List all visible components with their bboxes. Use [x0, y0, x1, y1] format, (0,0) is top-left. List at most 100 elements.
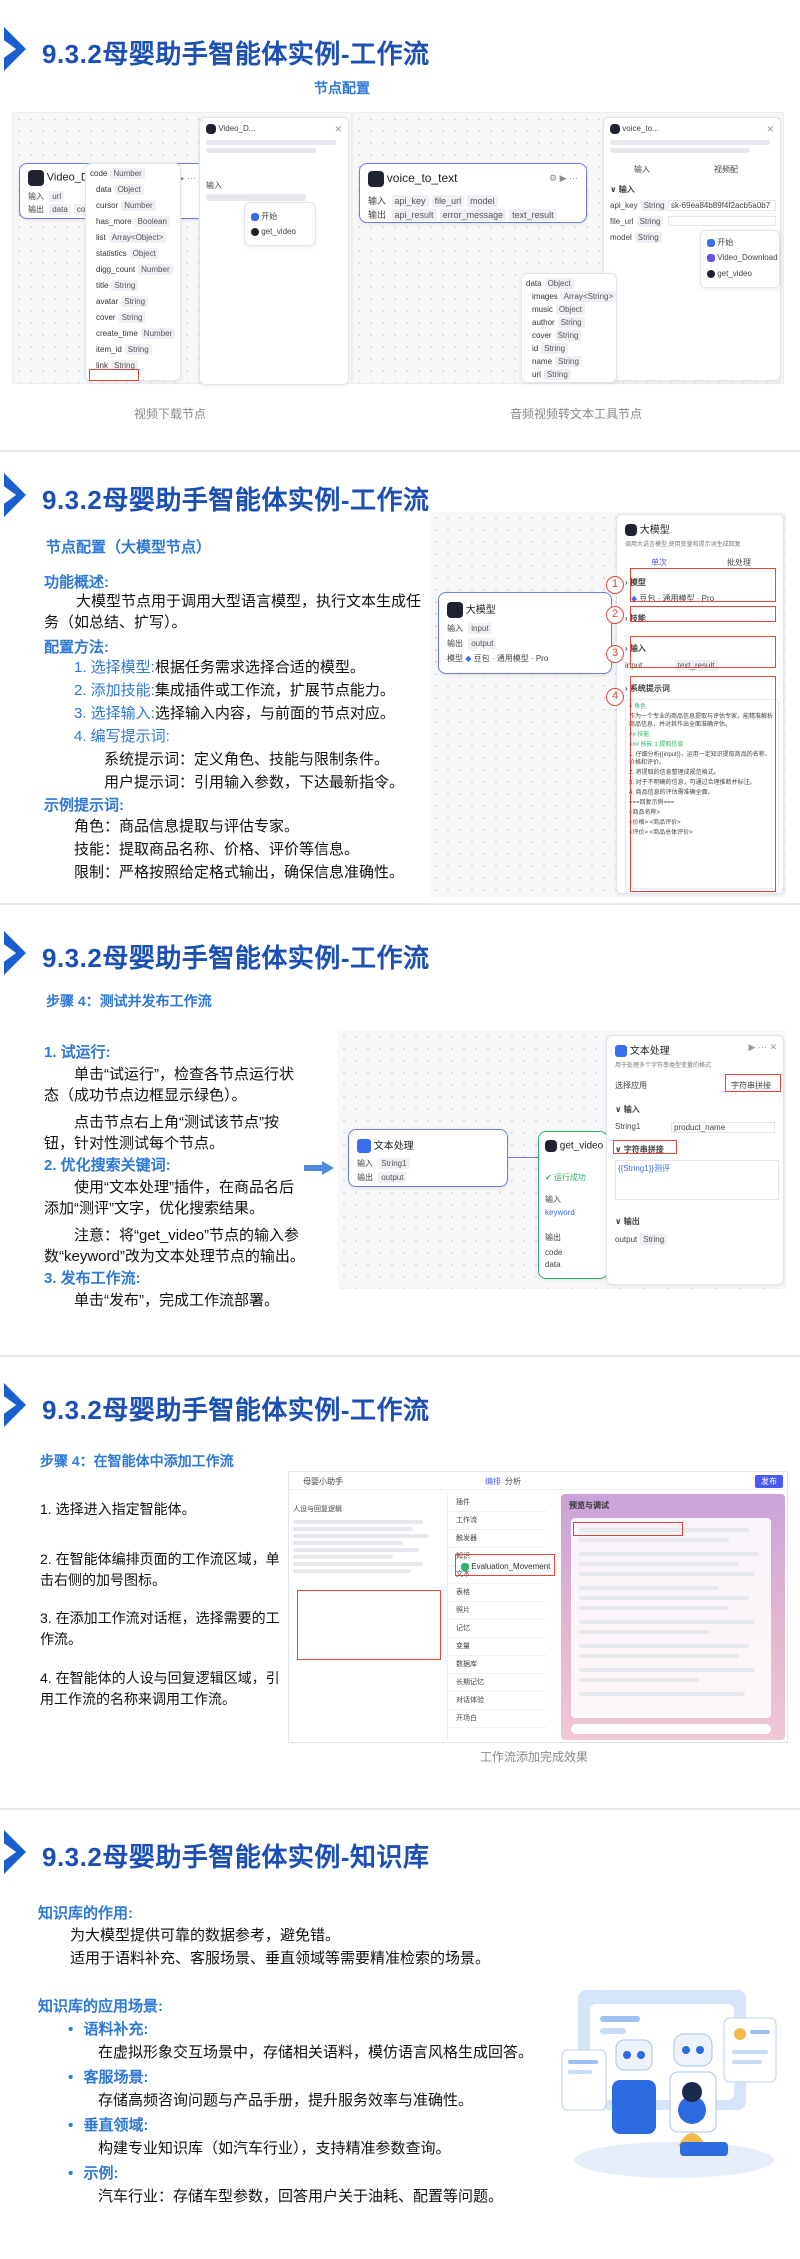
tree-row[interactable]: id String	[522, 343, 616, 356]
tree-field-type: String	[541, 343, 569, 354]
video-download-screenshot: Video_Download ⚙ ▶ ··· 输入 url 输出 datacod…	[12, 112, 352, 385]
publish-button[interactable]: 发布	[755, 1475, 783, 1488]
popup-item[interactable]: 开始	[261, 212, 277, 221]
skill-section-item[interactable]: 长期记忆	[448, 1674, 547, 1692]
highlight-workflow	[455, 1554, 555, 1576]
scene-desc: 汽车行业：存储车型参数，回答用户关于油耗、配置等问题。	[98, 2188, 504, 2205]
skill-section-item[interactable]: 插件	[448, 1494, 547, 1512]
file-url-field[interactable]	[668, 216, 776, 226]
tree-row[interactable]: code Number	[86, 168, 180, 184]
tree-row[interactable]: list Array<Object>	[86, 232, 180, 248]
slide-title: 9.3.2母婴助手智能体实例-工作流	[42, 485, 430, 515]
tree-field-name: data	[96, 185, 112, 194]
popup-item[interactable]: Video_Download	[717, 253, 777, 262]
tab-single[interactable]: 单次	[651, 557, 667, 568]
skill-section-item[interactable]: 表格	[448, 1584, 547, 1602]
tree-field-name: author	[532, 318, 555, 327]
llm-node[interactable]: 大模型 输入 input 输出 output 模型 ◆ 豆包 · 通用模型 · …	[438, 592, 612, 674]
panel-desc: 调用大语言模型,使用变量和提示词生成回复	[625, 542, 741, 548]
close-icon[interactable]: ▶ ··· ✕	[749, 1042, 777, 1053]
input-section: 输入	[623, 1105, 640, 1114]
skill-section-item[interactable]: 变量	[448, 1638, 547, 1656]
step-text: 4. 在智能体的人设与回复逻辑区域，引用工作流的名称来调用工作流。	[40, 1670, 280, 1707]
tree-row[interactable]: create_time Number	[86, 328, 180, 344]
persona-title: 人设与回复逻辑	[293, 1506, 342, 1513]
tree-row[interactable]: images Array<String>	[522, 291, 617, 304]
skill-section-item[interactable]: 记忆	[448, 1620, 547, 1638]
tree-row[interactable]: has_more Boolean	[86, 216, 180, 232]
skill-section-item[interactable]: 工作流	[448, 1512, 547, 1530]
role-line: 为大模型提供可靠的数据参考，避免错。	[70, 1927, 341, 1944]
tree-row[interactable]: cover String	[86, 312, 180, 328]
tree-row[interactable]: name String	[522, 356, 616, 369]
video-icon	[707, 253, 715, 262]
close-icon[interactable]: ✕	[334, 124, 342, 135]
text-process-node[interactable]: 文本处理 输入 String1 输出 output	[348, 1129, 508, 1187]
voice-config-panel: voice_to... ✕ 输入 视频配 ∨ 输入 api_key String …	[603, 117, 781, 381]
section-heading: 节点配置（大模型节点）	[46, 539, 212, 556]
scene-name: 客服场景:	[83, 2069, 149, 2086]
tree-field-type: Number	[110, 168, 145, 179]
get-video-node[interactable]: get_video ✔ 运行成功 输入 keyword 输出 code data	[538, 1131, 608, 1279]
step-text: 根据任务需求选择合适的模型。	[154, 659, 365, 676]
step-number: 3. 选择输入:	[74, 705, 155, 722]
tree-row[interactable]: avatar String	[86, 296, 180, 312]
output-param: code	[545, 1248, 563, 1257]
chat-input[interactable]	[571, 1724, 771, 1734]
tab-single[interactable]: 输入	[634, 164, 650, 175]
voice-node-icon	[368, 171, 384, 188]
connector-line	[508, 1157, 538, 1158]
tree-row[interactable]: data Object	[522, 278, 616, 291]
chevron-icon	[4, 473, 26, 517]
tab-analysis[interactable]: 分析	[505, 1476, 521, 1487]
popup-item[interactable]: 开始	[717, 238, 733, 247]
step-row: 1. 选择模型:根据任务需求选择合适的模型。	[74, 657, 395, 678]
close-icon[interactable]: ✕	[766, 124, 774, 135]
scene-label: 知识库的应用场景:	[38, 1998, 163, 2015]
param-name: file_url	[610, 217, 634, 226]
input-param: url	[49, 191, 65, 202]
popup-item[interactable]: get_video	[261, 227, 296, 236]
var-ref-field[interactable]: product_name	[671, 1122, 775, 1133]
slide-title: 9.3.2母婴助手智能体实例-工作流	[42, 943, 430, 973]
tree-field-type: Number	[140, 328, 176, 339]
panel-desc: 用于处理多个字符串类型变量的格式	[615, 1063, 712, 1069]
voice-to-text-node[interactable]: voice_to_text ⚙ ▶ ··· 输入 api_key file_url…	[359, 163, 587, 223]
skill-section-item[interactable]: 开场白	[448, 1710, 547, 1728]
node-actions-icon[interactable]: ⚙ ▶ ···	[549, 173, 578, 184]
tree-row[interactable]: url String	[522, 369, 616, 382]
overview-label: 功能概述:	[44, 574, 109, 591]
tree-row[interactable]: cursor Number	[86, 200, 180, 216]
step-list: 1. 试运行: 单击“试运行”，检查各节点运行状态（成功节点边框显示绿色）。 点…	[44, 1041, 306, 1311]
tab-edit[interactable]: 编排	[485, 1476, 501, 1487]
skill-section-item[interactable]: 对话体验	[448, 1692, 547, 1710]
app-header: 母婴小助手 编排 分析 发布	[289, 1472, 789, 1490]
tab-batch[interactable]: 视频配	[714, 164, 738, 175]
popup-item[interactable]: get_video	[717, 269, 752, 278]
tree-row[interactable]: statistics Object	[86, 248, 180, 264]
tree-row[interactable]: item_id String	[86, 344, 180, 360]
tree-row[interactable]: music Object	[522, 304, 616, 317]
skill-section-item[interactable]: 数据库	[448, 1656, 547, 1674]
tree-field-name: title	[96, 281, 109, 290]
tree-field-type: String	[543, 369, 571, 380]
tree-field-name: cursor	[96, 201, 119, 210]
workflow-screenshot: 文本处理 输入 String1 输出 output get_video ✔ 运行…	[304, 1031, 786, 1289]
marker-3: 3	[606, 645, 624, 663]
tree-row[interactable]: title String	[86, 280, 180, 296]
skill-section-item[interactable]: 触发器	[448, 1530, 547, 1548]
skill-section-item[interactable]: 照片	[448, 1602, 547, 1620]
api-key-field[interactable]: sk-69ea84b89f4f2acb5a0b7	[668, 200, 776, 211]
highlight-model	[630, 568, 776, 602]
concat-editor[interactable]: {{String1}}测评	[615, 1160, 779, 1200]
tree-row[interactable]: cover String	[522, 330, 616, 343]
tree-row[interactable]: digg_count Number	[86, 264, 180, 280]
tree-row[interactable]: data Object	[86, 184, 180, 200]
tab-batch[interactable]: 批处理	[727, 557, 751, 568]
input-section[interactable]: 输入	[206, 180, 222, 191]
tree-field-name: list	[96, 233, 106, 242]
tree-field-type: Object	[544, 278, 574, 289]
llm-screenshot: 大模型 输入 input 输出 output 模型 ◆ 豆包 · 通用模型 · …	[430, 512, 786, 897]
tree-row[interactable]: author String	[522, 317, 616, 330]
marker-1: 1	[606, 576, 624, 594]
